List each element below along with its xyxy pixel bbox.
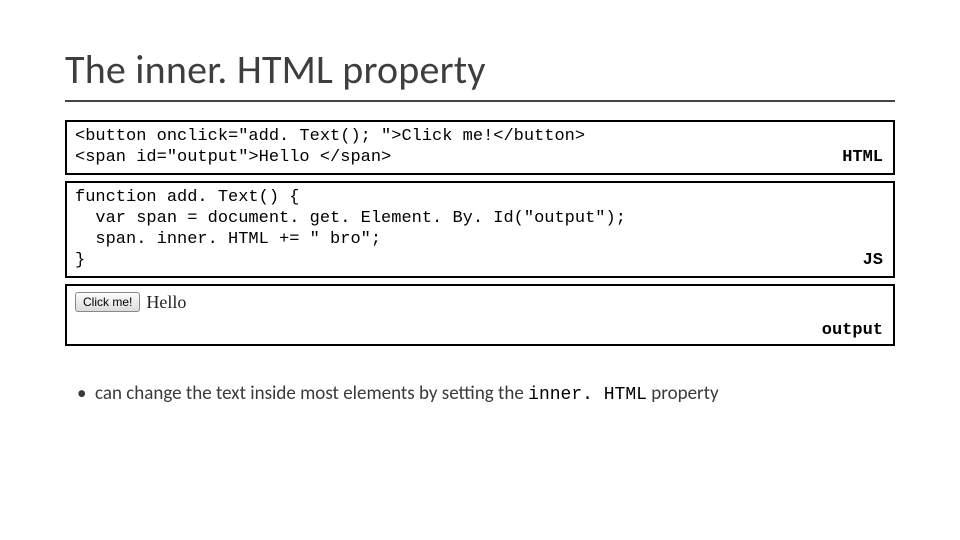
- click-me-button[interactable]: Click me!: [75, 292, 140, 312]
- bullet-code: inner. HTML: [528, 385, 647, 405]
- html-code: <button onclick="add. Text(); ">Click me…: [75, 126, 885, 169]
- js-code: function add. Text() { var span = docume…: [75, 187, 885, 272]
- bullet-post: property: [647, 382, 719, 405]
- output-box: Click me! Hello output: [65, 284, 895, 346]
- title-rule: [65, 100, 895, 102]
- output-demo: Click me! Hello: [75, 292, 885, 313]
- slide-title: The inner. HTML property: [65, 45, 895, 94]
- bullet-pre: can change the text inside most elements…: [95, 382, 528, 405]
- output-label: output: [822, 321, 883, 340]
- html-label: HTML: [842, 147, 883, 168]
- bullet-list: can change the text inside most elements…: [65, 381, 895, 408]
- js-label: JS: [863, 250, 883, 271]
- bullet-item: can change the text inside most elements…: [95, 381, 895, 408]
- output-text: Hello: [146, 292, 186, 313]
- html-code-box: <button onclick="add. Text(); ">Click me…: [65, 120, 895, 175]
- slide: The inner. HTML property <button onclick…: [0, 0, 960, 540]
- js-code-box: function add. Text() { var span = docume…: [65, 181, 895, 278]
